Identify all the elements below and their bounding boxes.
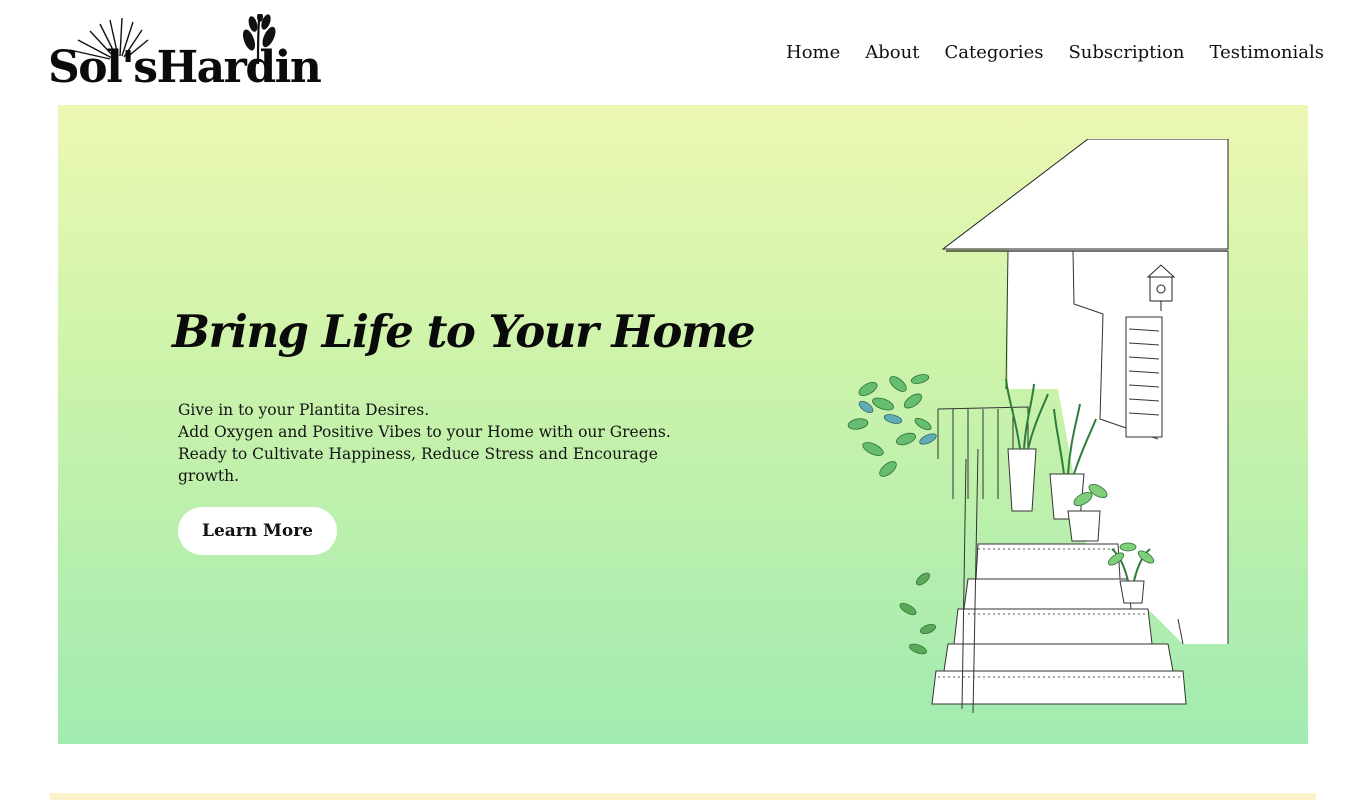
learn-more-button[interactable]: Learn More	[178, 507, 337, 555]
nav-subscription[interactable]: Subscription	[1068, 41, 1184, 65]
next-section-edge	[50, 793, 1316, 800]
main-nav: Home About Categories Subscription Testi…	[786, 41, 1324, 65]
nav-about[interactable]: About	[865, 41, 919, 65]
brand-name: Sol'sHardin	[48, 42, 322, 93]
nav-testimonials[interactable]: Testimonials	[1210, 41, 1324, 65]
logo[interactable]: Sol'sHardin	[24, 6, 322, 90]
hero-line-3: Ready to Cultivate Happiness, Reduce Str…	[178, 445, 658, 485]
hero-description: Give in to your Plantita Desires. Add Ox…	[178, 399, 678, 487]
hero-line-1: Give in to your Plantita Desires.	[178, 401, 430, 419]
hero-title: Bring Life to Your Home	[172, 305, 756, 358]
nav-categories[interactable]: Categories	[944, 41, 1043, 65]
nav-home[interactable]: Home	[786, 41, 840, 65]
hero-line-2: Add Oxygen and Positive Vibes to your Ho…	[178, 423, 671, 441]
site-header: Sol'sHardin Home About Categories Subscr…	[0, 0, 1366, 105]
house-steps-plants-illustration	[847, 139, 1229, 713]
hero-banner: Bring Life to Your Home Give in to your …	[58, 105, 1308, 744]
